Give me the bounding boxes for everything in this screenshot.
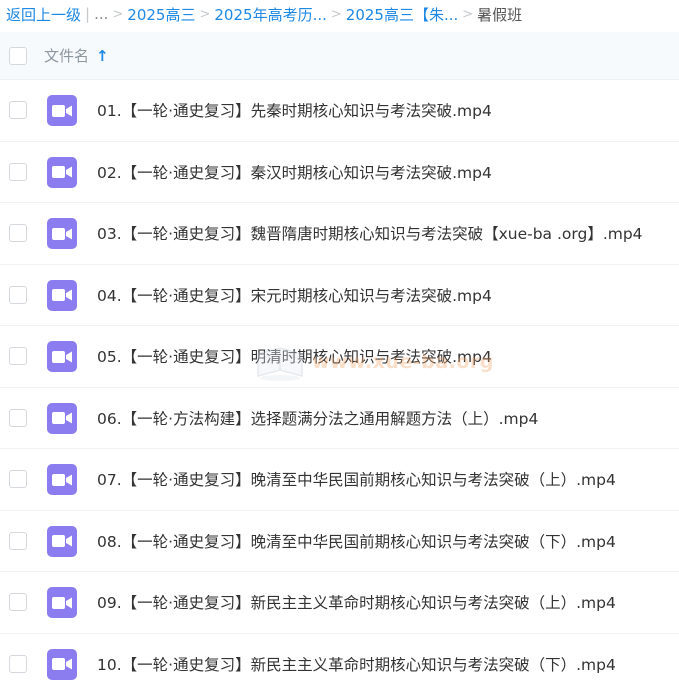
file-name[interactable]: 02.【一轮·通史复习】秦汉时期核心知识与考法突破.mp4 [97,161,492,183]
file-row[interactable]: 05.【一轮·通史复习】明清时期核心知识与考法突破.mp4 [0,326,679,388]
row-checkbox[interactable] [9,593,27,611]
file-name[interactable]: 07.【一轮·通史复习】晚清至中华民国前期核心知识与考法突破（上）.mp4 [97,468,616,490]
video-camera-icon [52,535,72,547]
row-checkbox[interactable] [9,224,27,242]
row-checkbox[interactable] [9,531,27,550]
file-name[interactable]: 01.【一轮·通史复习】先秦时期核心知识与考法突破.mp4 [97,99,492,121]
file-name[interactable]: 03.【一轮·通史复习】魏晋隋唐时期核心知识与考法突破【xue-ba .org】… [97,222,643,244]
file-name[interactable]: 10.【一轮·通史复习】新民主主义革命时期核心知识与考法突破（下）.mp4 [97,653,616,675]
file-row[interactable]: 07.【一轮·通史复习】晚清至中华民国前期核心知识与考法突破（上）.mp4 [0,449,679,511]
breadcrumb-separator: > [462,6,474,22]
file-row[interactable]: 01.【一轮·通史复习】先秦时期核心知识与考法突破.mp4 [0,80,679,142]
sort-by-name-button[interactable]: 文件名 ↑ [44,45,109,66]
video-file-icon [47,464,77,495]
row-checkbox[interactable] [9,470,27,488]
sort-ascending-icon: ↑ [96,46,109,65]
file-name[interactable]: 09.【一轮·通史复习】新民主主义革命时期核心知识与考法突破（上）.mp4 [97,591,616,613]
row-checkbox[interactable] [9,408,27,427]
breadcrumb-ellipsis[interactable]: ... [94,5,108,23]
breadcrumb-separator: > [330,6,342,22]
video-camera-icon [52,658,72,670]
breadcrumb-separator: > [112,6,124,22]
back-link[interactable]: 返回上一级 [6,4,81,25]
file-name[interactable]: 04.【一轮·通史复习】宋元时期核心知识与考法突破.mp4 [97,284,492,306]
video-camera-icon [52,412,72,424]
breadcrumb-current: 暑假班 [477,5,523,24]
file-row[interactable]: 09.【一轮·通史复习】新民主主义革命时期核心知识与考法突破（上）.mp4 [0,572,679,634]
video-camera-icon [52,166,72,178]
video-camera-icon [52,227,72,240]
video-file-icon [47,218,77,249]
row-checkbox[interactable] [9,654,27,673]
video-file-icon [47,587,77,618]
video-file-icon [47,341,77,372]
video-file-icon [47,648,77,680]
row-checkbox[interactable] [9,101,27,119]
breadcrumb: 返回上一级 | ... > 2025高三 > 2025年高考历... > 202… [0,0,679,28]
row-checkbox[interactable] [9,285,27,304]
breadcrumb-item[interactable]: 2025年高考历... [214,4,326,25]
breadcrumb-item[interactable]: 2025高三【朱... [346,4,458,25]
file-name[interactable]: 06.【一轮·方法构建】选择题满分法之通用解题方法（上）.mp4 [97,407,538,429]
video-file-icon [47,279,77,311]
file-row[interactable]: 04.【一轮·通史复习】宋元时期核心知识与考法突破.mp4 [0,265,679,326]
video-camera-icon [52,350,72,363]
file-row[interactable]: 08.【一轮·通史复习】晚清至中华民国前期核心知识与考法突破（下）.mp4 [0,511,679,572]
file-row[interactable]: 02.【一轮·通史复习】秦汉时期核心知识与考法突破.mp4 [0,142,679,203]
video-file-icon [47,156,77,188]
file-list-header: 文件名 ↑ [0,32,679,80]
file-row[interactable]: 10.【一轮·通史复习】新民主主义革命时期核心知识与考法突破（下）.mp4 [0,634,679,693]
file-name[interactable]: 08.【一轮·通史复习】晚清至中华民国前期核心知识与考法突破（下）.mp4 [97,530,616,552]
video-camera-icon [52,104,72,117]
row-checkbox[interactable] [9,162,27,181]
column-title: 文件名 [44,47,90,65]
video-file-icon [47,95,77,126]
row-checkbox[interactable] [9,347,27,365]
video-camera-icon [52,596,72,609]
select-all-checkbox[interactable] [9,46,27,65]
breadcrumb-item[interactable]: 2025高三 [127,4,195,25]
breadcrumb-separator: > [199,6,211,22]
file-name[interactable]: 05.【一轮·通史复习】明清时期核心知识与考法突破.mp4 [97,345,492,367]
breadcrumb-divider: | [85,5,91,23]
video-camera-icon [52,473,72,486]
video-camera-icon [52,289,72,301]
file-list: 01.【一轮·通史复习】先秦时期核心知识与考法突破.mp4 02.【一轮·通史复… [0,80,679,693]
video-file-icon [47,525,77,557]
file-row[interactable]: 06.【一轮·方法构建】选择题满分法之通用解题方法（上）.mp4 [0,388,679,449]
file-row[interactable]: 03.【一轮·通史复习】魏晋隋唐时期核心知识与考法突破【xue-ba .org】… [0,203,679,265]
video-file-icon [47,402,77,434]
